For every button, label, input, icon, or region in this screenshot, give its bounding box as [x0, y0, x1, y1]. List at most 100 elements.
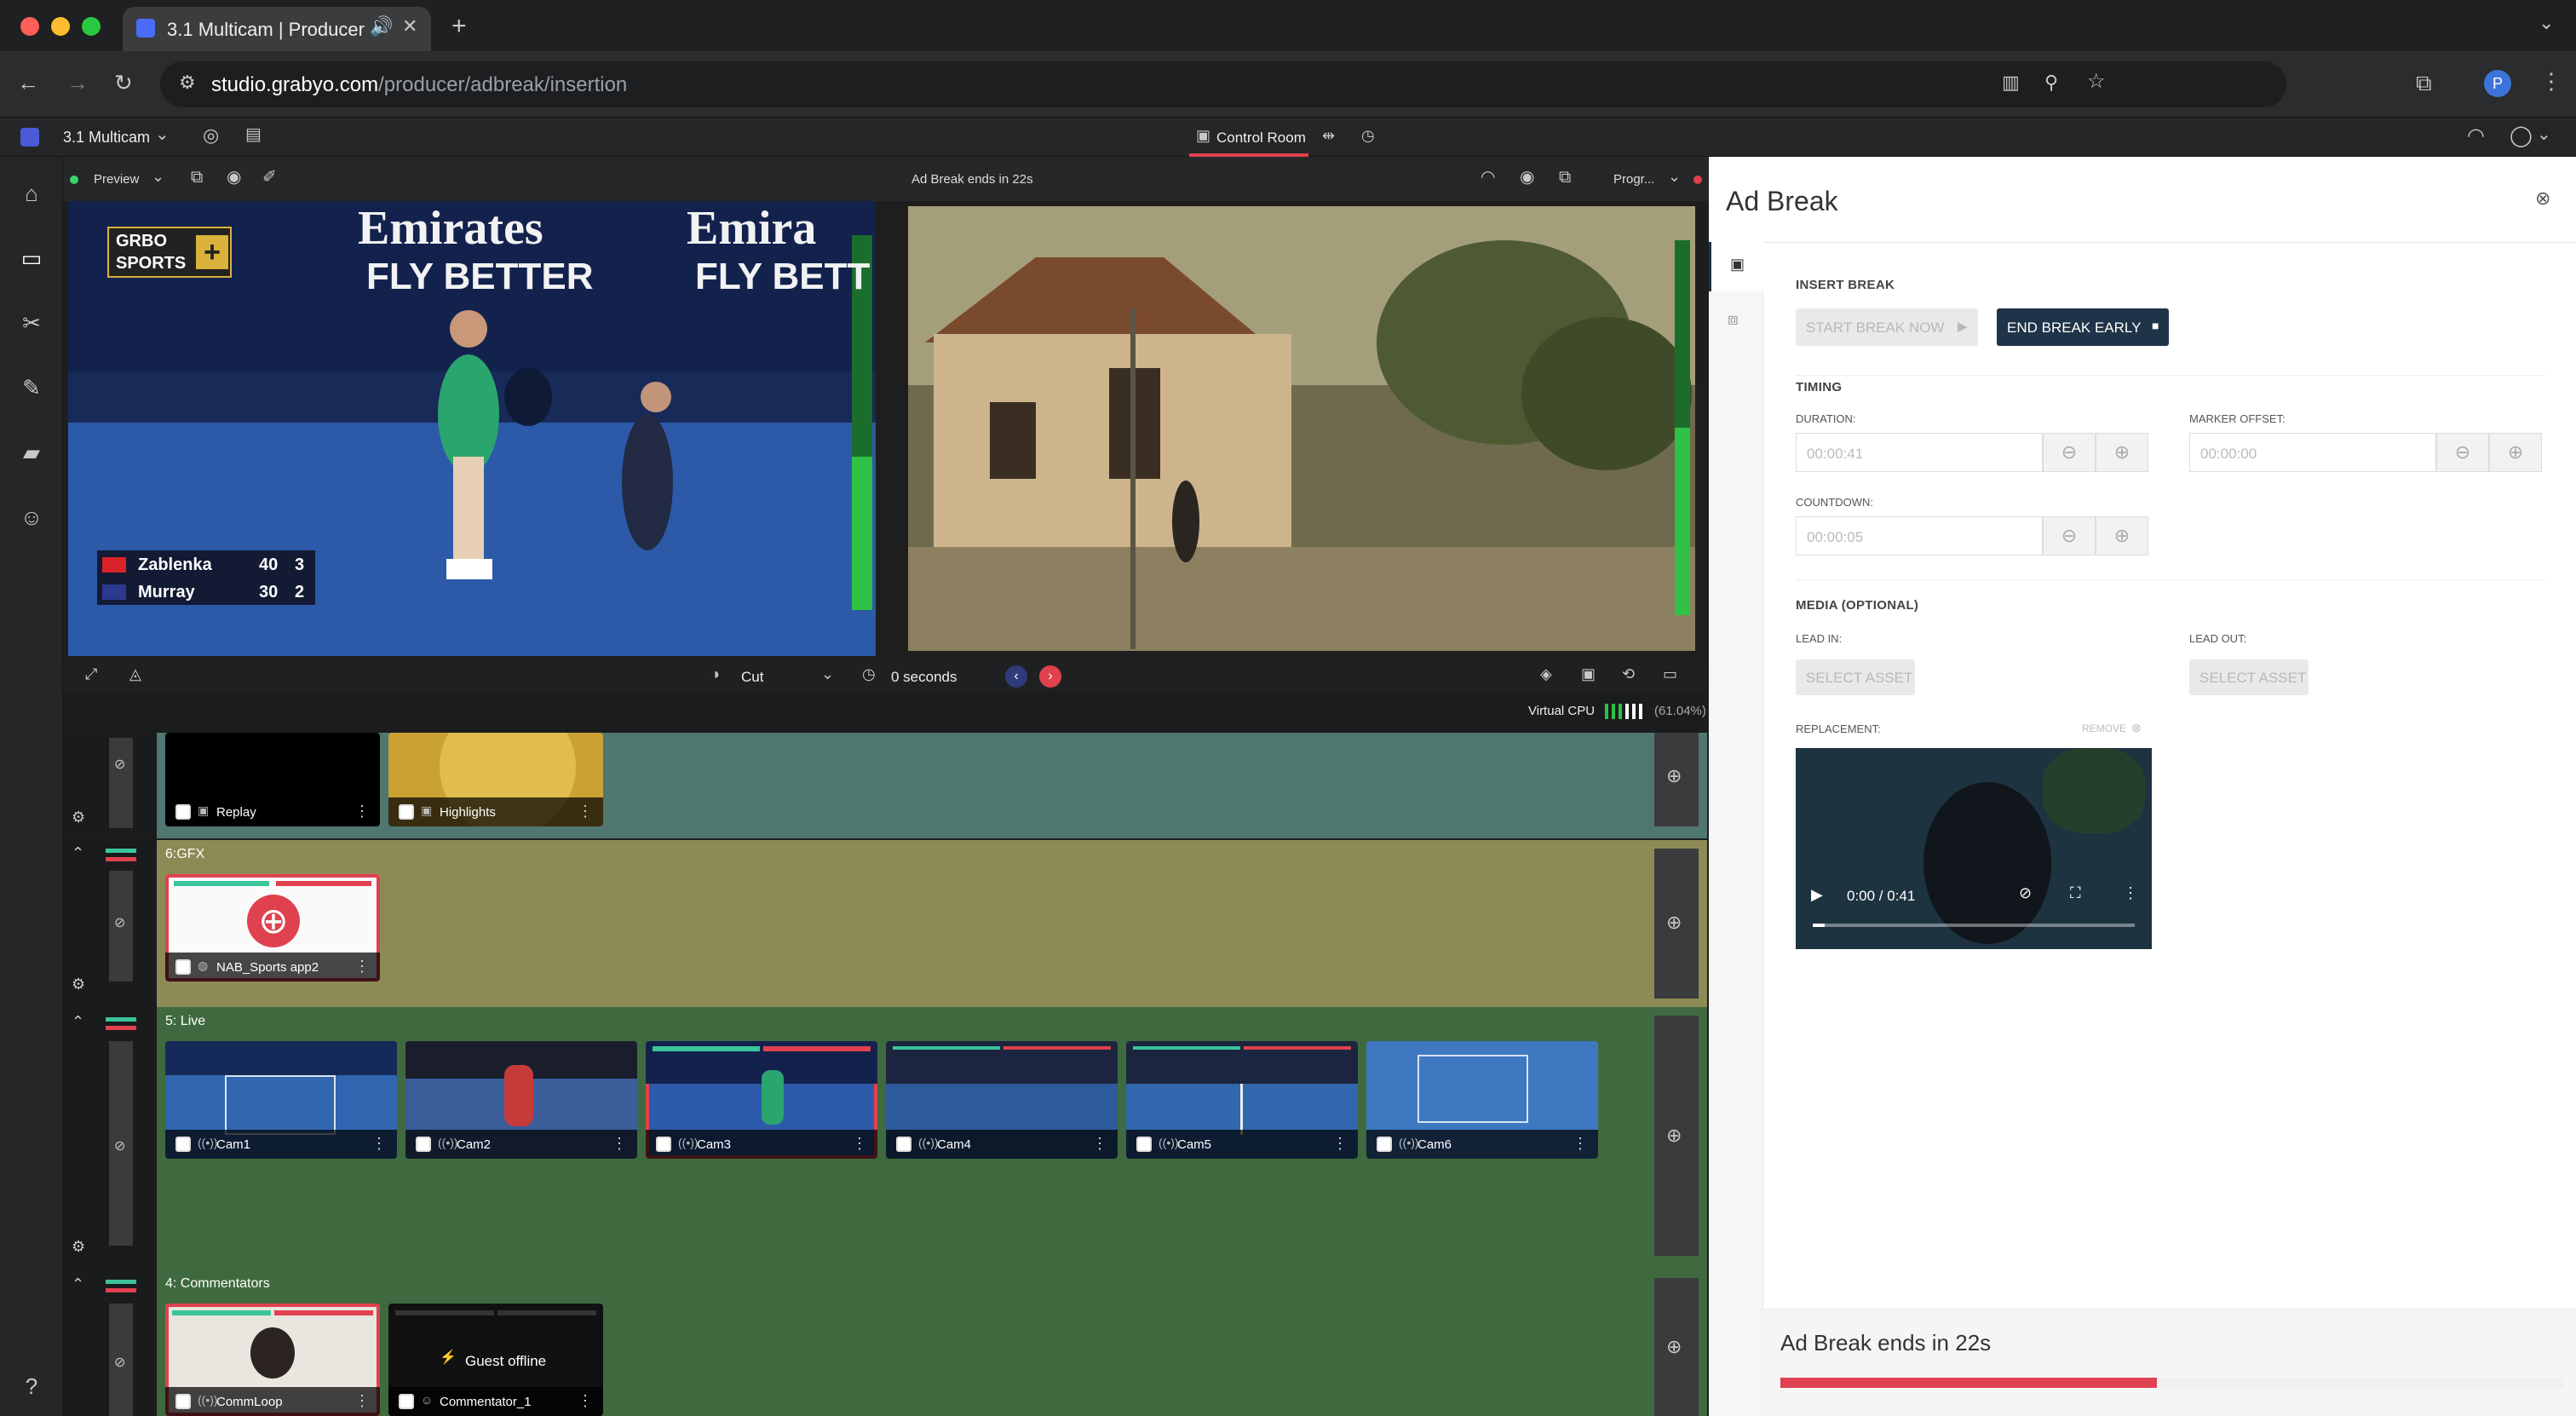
more-options-icon[interactable]: ⋮: [1092, 1135, 1107, 1153]
eye-icon[interactable]: ◉: [227, 169, 241, 186]
headphones-icon[interactable]: ◠: [1481, 169, 1495, 186]
program-output-select[interactable]: Progr...: [1613, 172, 1654, 187]
close-window-button[interactable]: [20, 17, 39, 36]
lead-out-select-asset-button[interactable]: SELECT ASSET: [2189, 659, 2309, 695]
layers-icon[interactable]: ◈: [1540, 666, 1552, 682]
take-button[interactable]: ›: [1039, 665, 1061, 688]
countdown-decrement-button[interactable]: ⊖: [2043, 516, 2096, 555]
more-options-icon[interactable]: ⋮: [354, 803, 370, 820]
more-options-icon[interactable]: ⋮: [1332, 1135, 1348, 1153]
close-panel-icon[interactable]: ⊗: [2535, 187, 2550, 210]
collapse-icon[interactable]: ⌃: [72, 1014, 84, 1029]
project-chevron-icon[interactable]: ⌄: [155, 126, 170, 143]
preview-mode-select[interactable]: Preview: [94, 172, 139, 187]
producer-icon[interactable]: ▭: [19, 245, 44, 271]
more-options-icon[interactable]: ⋮: [1573, 1135, 1588, 1153]
player-more-icon[interactable]: ⋮: [2123, 884, 2138, 902]
source-checkbox[interactable]: [175, 1137, 191, 1152]
edit-icon[interactable]: ✎: [19, 375, 44, 400]
browser-tab[interactable]: 3.1 Multicam | Producer 🔊 ✕: [123, 7, 431, 51]
source-tile-cam6[interactable]: ((•)) Cam6 ⋮: [1366, 1041, 1598, 1159]
source-checkbox[interactable]: [896, 1137, 911, 1152]
mute-icon[interactable]: ⊘: [114, 1356, 125, 1370]
countdown-input[interactable]: 00:00:05: [1796, 516, 2043, 555]
draw-icon[interactable]: ✐: [262, 169, 277, 186]
player-fullscreen-icon[interactable]: ⛶: [2070, 884, 2081, 902]
source-tile-commentator-1[interactable]: ⚡ Guest offline ☺ Commentator_1 ⋮: [388, 1304, 603, 1416]
add-source-slot[interactable]: ⊕: [1654, 849, 1699, 999]
user-menu-icon[interactable]: ◯: [2510, 126, 2533, 147]
source-checkbox[interactable]: [656, 1137, 671, 1152]
browser-menu-icon[interactable]: ⋮: [2540, 70, 2562, 92]
duration-increment-button[interactable]: ⊕: [2096, 433, 2148, 472]
popout-icon[interactable]: ⧉: [1559, 169, 1571, 186]
source-tile-highlights[interactable]: ▣ Highlights ⋮: [388, 733, 603, 826]
transition-duration[interactable]: 0 seconds: [891, 669, 957, 686]
source-tile-nab-sports[interactable]: ⊕ ◍ NAB_Sports app2 ⋮: [165, 874, 380, 981]
add-source-icon[interactable]: ⊕: [1666, 1126, 1682, 1145]
reader-mode-icon[interactable]: ▥: [2002, 73, 2020, 92]
player-mute-icon[interactable]: ⊘: [2019, 884, 2032, 902]
fullscreen-icon[interactable]: ⤢: [85, 666, 97, 682]
source-tile-commloop[interactable]: ((•)) CommLoop ⋮: [165, 1304, 380, 1416]
more-options-icon[interactable]: ⋮: [578, 1392, 593, 1410]
mute-icon[interactable]: ⊘: [114, 758, 125, 772]
remove-icon[interactable]: ⊗: [2131, 721, 2142, 735]
program-chevron-icon[interactable]: ⌄: [1668, 169, 1681, 184]
source-checkbox[interactable]: [175, 959, 191, 975]
marker-offset-input[interactable]: 00:00:00: [2189, 433, 2436, 472]
add-source-slot[interactable]: ⊕: [1654, 1016, 1699, 1256]
profile-avatar[interactable]: P: [2484, 70, 2511, 97]
previous-button[interactable]: ‹: [1005, 665, 1027, 688]
headset-icon[interactable]: ◠: [2467, 126, 2485, 147]
more-options-icon[interactable]: ⋮: [354, 1392, 370, 1410]
source-tile-cam2[interactable]: ((•)) Cam2 ⋮: [405, 1041, 637, 1159]
source-tile-cam4[interactable]: ((•)) Cam4 ⋮: [886, 1041, 1118, 1159]
more-options-icon[interactable]: ⋮: [371, 1135, 387, 1153]
preview-mode-chevron-icon[interactable]: ⌄: [152, 169, 164, 184]
player-play-icon[interactable]: ▶: [1811, 886, 1823, 904]
site-info-icon[interactable]: ⚙: [179, 73, 196, 92]
ad-slot-tab-icon[interactable]: ⧈: [1728, 310, 1739, 330]
audio-mixer-icon[interactable]: ⇹: [1322, 128, 1335, 143]
ad-break-tab[interactable]: ▣: [1709, 242, 1763, 291]
remove-replacement-link[interactable]: REMOVE: [2082, 722, 2126, 734]
home-icon[interactable]: ⌂: [19, 181, 44, 206]
zoom-window-button[interactable]: [82, 17, 101, 36]
bookmark-star-icon[interactable]: ☆: [2087, 72, 2106, 92]
zoom-icon[interactable]: ⚲: [2044, 73, 2058, 92]
source-checkbox[interactable]: [175, 1394, 191, 1409]
source-checkbox[interactable]: [399, 1394, 414, 1409]
back-icon[interactable]: ←: [17, 72, 39, 94]
source-checkbox[interactable]: [175, 804, 191, 820]
extensions-icon[interactable]: ⧉: [2416, 72, 2432, 94]
minimize-window-button[interactable]: [51, 17, 70, 36]
mute-icon[interactable]: ⊘: [114, 1140, 125, 1154]
program-video[interactable]: [908, 206, 1695, 651]
add-source-icon[interactable]: ⊕: [1666, 767, 1682, 786]
user-menu-chevron-icon[interactable]: ⌄: [2537, 126, 2551, 143]
source-tile-cam1[interactable]: ((•)) Cam1 ⋮: [165, 1041, 397, 1159]
close-tab-icon[interactable]: ✕: [402, 17, 417, 36]
start-break-now-button[interactable]: START BREAK NOW ▶: [1796, 308, 1978, 346]
end-break-early-button[interactable]: END BREAK EARLY ■: [1997, 308, 2169, 346]
mute-icon[interactable]: ⊘: [114, 917, 125, 930]
popout-icon[interactable]: ⧉: [191, 169, 203, 186]
add-source-icon[interactable]: ⊕: [1666, 1338, 1682, 1356]
help-icon[interactable]: ?: [19, 1373, 44, 1399]
layer-settings-icon[interactable]: ⚙: [72, 809, 85, 825]
lead-in-select-asset-button[interactable]: SELECT ASSET: [1796, 659, 1915, 695]
speaker-icon[interactable]: 🔊: [370, 17, 393, 36]
scissors-icon[interactable]: ✂: [19, 310, 44, 336]
transition-chevron-icon[interactable]: ⌄: [821, 666, 834, 682]
layer-visibility-strip[interactable]: [109, 738, 133, 828]
transition-select[interactable]: Cut: [741, 669, 763, 686]
tab-search-chevron-icon[interactable]: ⌄: [2539, 14, 2554, 32]
more-options-icon[interactable]: ⋮: [852, 1135, 867, 1153]
add-source-slot[interactable]: ⊕: [1654, 1278, 1699, 1416]
control-room-tab[interactable]: ▣ Control Room: [1189, 118, 1308, 157]
source-checkbox[interactable]: [416, 1137, 431, 1152]
source-checkbox[interactable]: [399, 804, 414, 820]
keyboard-icon[interactable]: ▭: [1663, 666, 1677, 682]
source-tile-replay[interactable]: ▣ Replay ⋮: [165, 733, 380, 826]
